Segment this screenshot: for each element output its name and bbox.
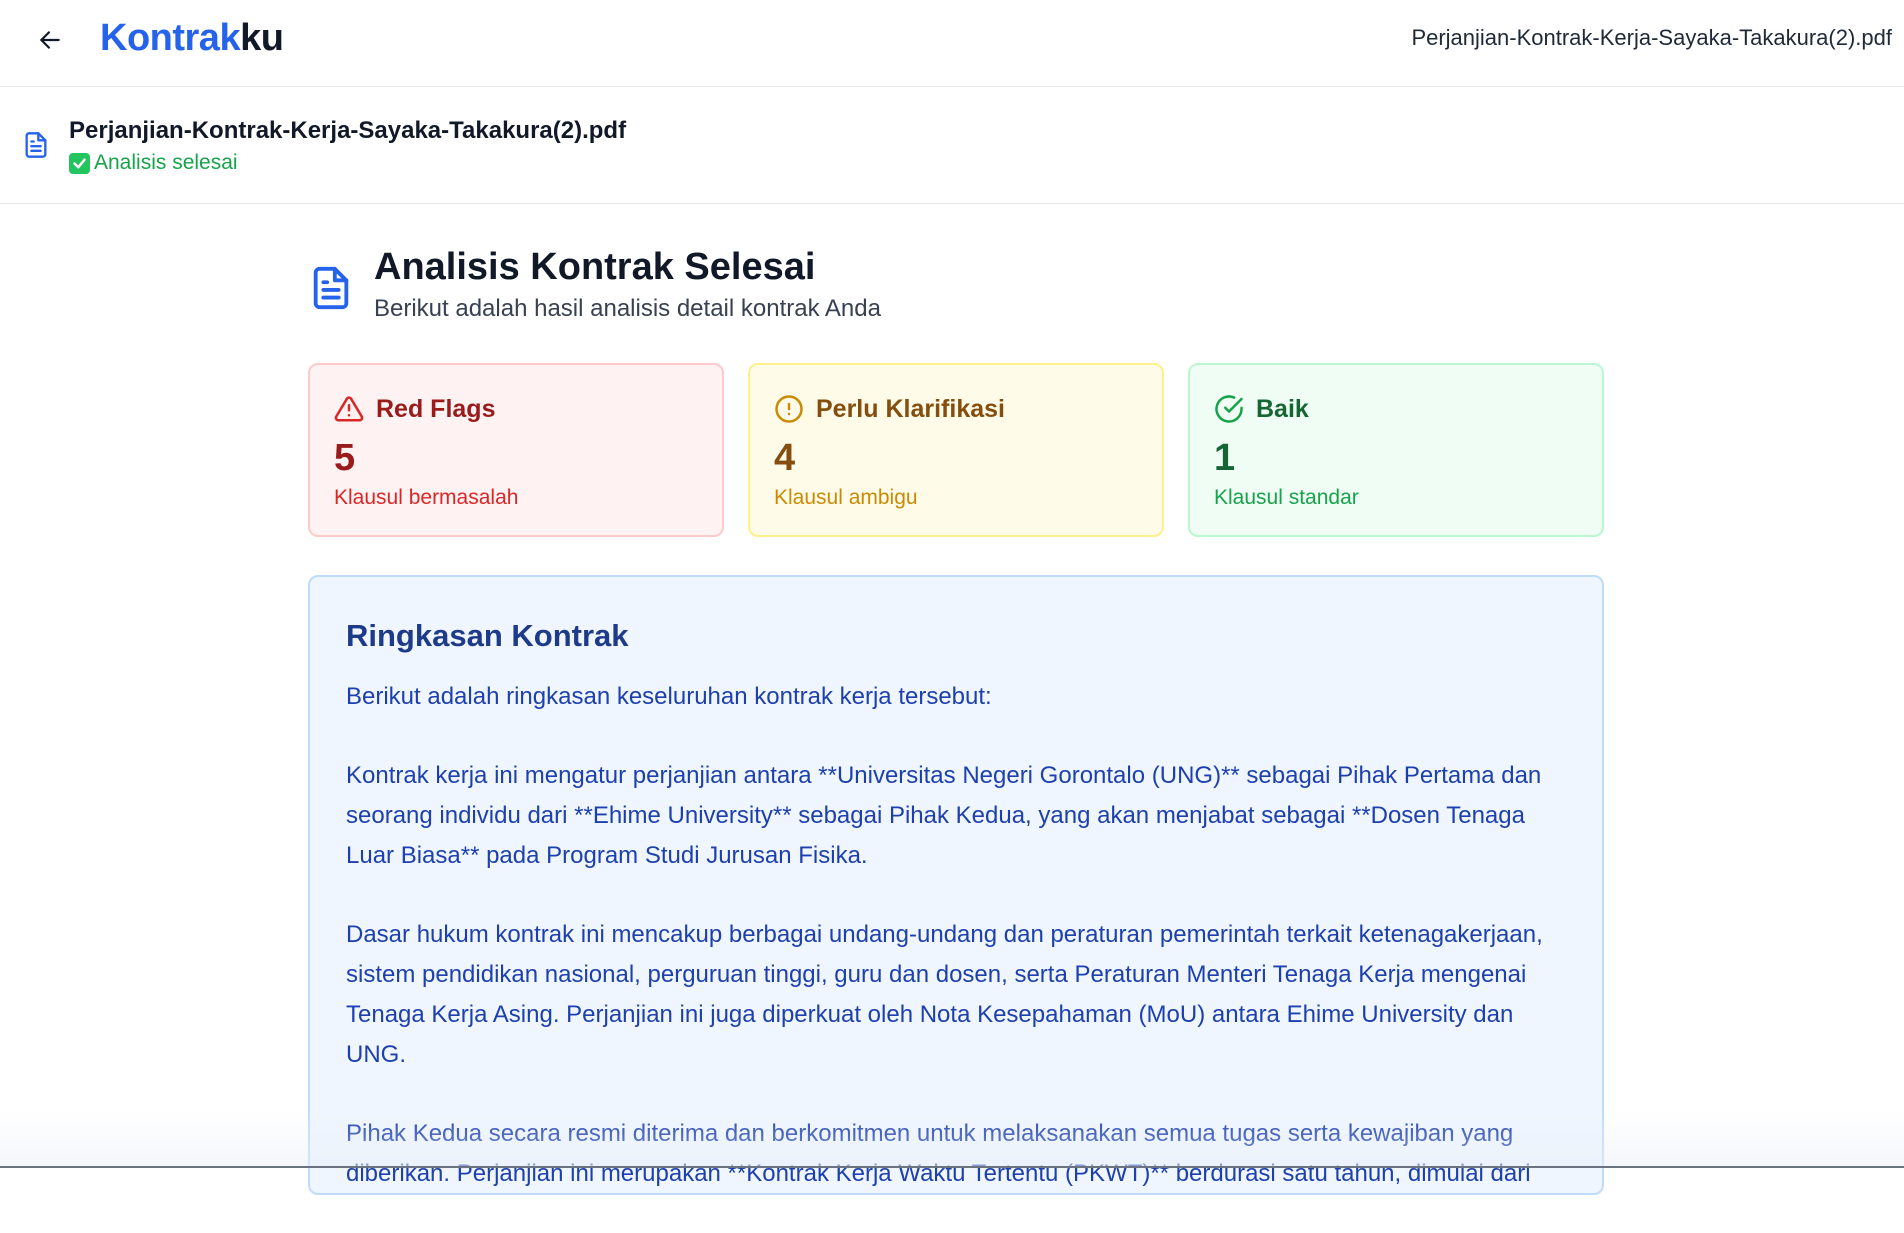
file-text-icon [313,266,349,310]
card-title-text: Baik [1256,395,1309,423]
alert-circle-icon [775,395,803,423]
summary-body: Berikut adalah ringkasan keseluruhan kon… [346,677,1576,1233]
card-title: Red Flags [334,393,495,425]
card-count: 4 [774,437,796,479]
good-clauses-card[interactable]: Baik 1 Klausul standar [1188,363,1604,537]
brand-logo[interactable]: Kontrakku [100,14,284,62]
card-title-text: Red Flags [376,395,496,423]
page-title: Analisis Kontrak Selesai [374,246,816,288]
summary-paragraph: Pihak Kedua secara resmi diterima dan be… [346,1120,1531,1187]
red-flags-card[interactable]: Red Flags 5 Klausul bermasalah [308,363,724,537]
card-title: Baik [1214,393,1309,425]
brand-part-ku: ku [240,17,284,59]
card-description: Klausul standar [1214,486,1359,509]
file-text-icon [25,132,47,158]
summary-title: Ringkasan Kontrak [346,618,629,653]
card-count: 1 [1214,437,1236,479]
check-circle-icon [1215,395,1243,423]
summary-paragraph: Berikut adalah ringkasan keseluruhan kon… [346,683,992,710]
analysis-status: Analisis selesai [69,150,238,176]
clarification-card[interactable]: Perlu Klarifikasi 4 Klausul ambigu [748,363,1164,537]
card-title-text: Perlu Klarifikasi [816,395,1005,423]
alert-triangle-icon [334,396,364,422]
check-mark-button-icon [69,152,90,174]
back-button[interactable] [32,22,68,58]
contract-summary-panel: Ringkasan Kontrak Berikut adalah ringkas… [308,575,1604,1195]
summary-paragraph: Dasar hukum kontrak ini mencakup berbaga… [346,921,1543,1068]
card-title: Perlu Klarifikasi [774,393,1005,425]
card-description: Klausul ambigu [774,486,918,509]
card-count: 5 [334,437,356,479]
brand-part-kontrak: Kontrak [100,17,241,59]
file-name: Perjanjian-Kontrak-Kerja-Sayaka-Takakura… [69,117,627,144]
file-info-bar: Perjanjian-Kontrak-Kerja-Sayaka-Takakura… [0,87,1904,204]
page-subtitle: Berikut adalah hasil analisis detail kon… [374,295,881,322]
analysis-status-text: Analisis selesai [94,151,238,174]
current-file-name: Perjanjian-Kontrak-Kerja-Sayaka-Takakura… [1411,25,1892,50]
arrow-left-icon [40,31,60,49]
summary-paragraph: Kontrak kerja ini mengatur perjanjian an… [346,762,1542,869]
top-bar: Kontrakku Perjanjian-Kontrak-Kerja-Sayak… [0,0,1904,87]
card-description: Klausul bermasalah [334,486,519,509]
